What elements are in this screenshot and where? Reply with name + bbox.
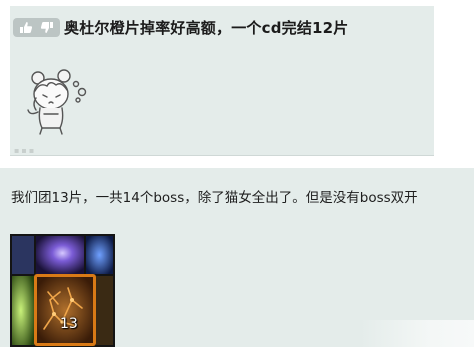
thumb-down-icon	[40, 22, 53, 33]
truncated-username: ▪▪▪	[14, 146, 37, 155]
post-card-1: 奥杜尔橙片掉率好高额，一个cd完结12片	[10, 6, 434, 156]
chibi-girl-sticker	[27, 69, 87, 135]
vote-control	[13, 18, 60, 37]
watermark-fade	[360, 320, 474, 347]
thumb-down-button[interactable]	[38, 20, 55, 35]
post-title: 奥杜尔橙片掉率好高额，一个cd完结12片	[64, 19, 349, 37]
item-stack-count: 13	[60, 316, 78, 332]
item-icon-grid[interactable]: 13	[10, 234, 115, 347]
thumb-up-icon	[20, 22, 33, 33]
thumb-up-button[interactable]	[18, 20, 35, 35]
post-body-text: 我们团13片，一共14个boss，除了猫女全出了。但是没有boss双开	[11, 190, 418, 206]
